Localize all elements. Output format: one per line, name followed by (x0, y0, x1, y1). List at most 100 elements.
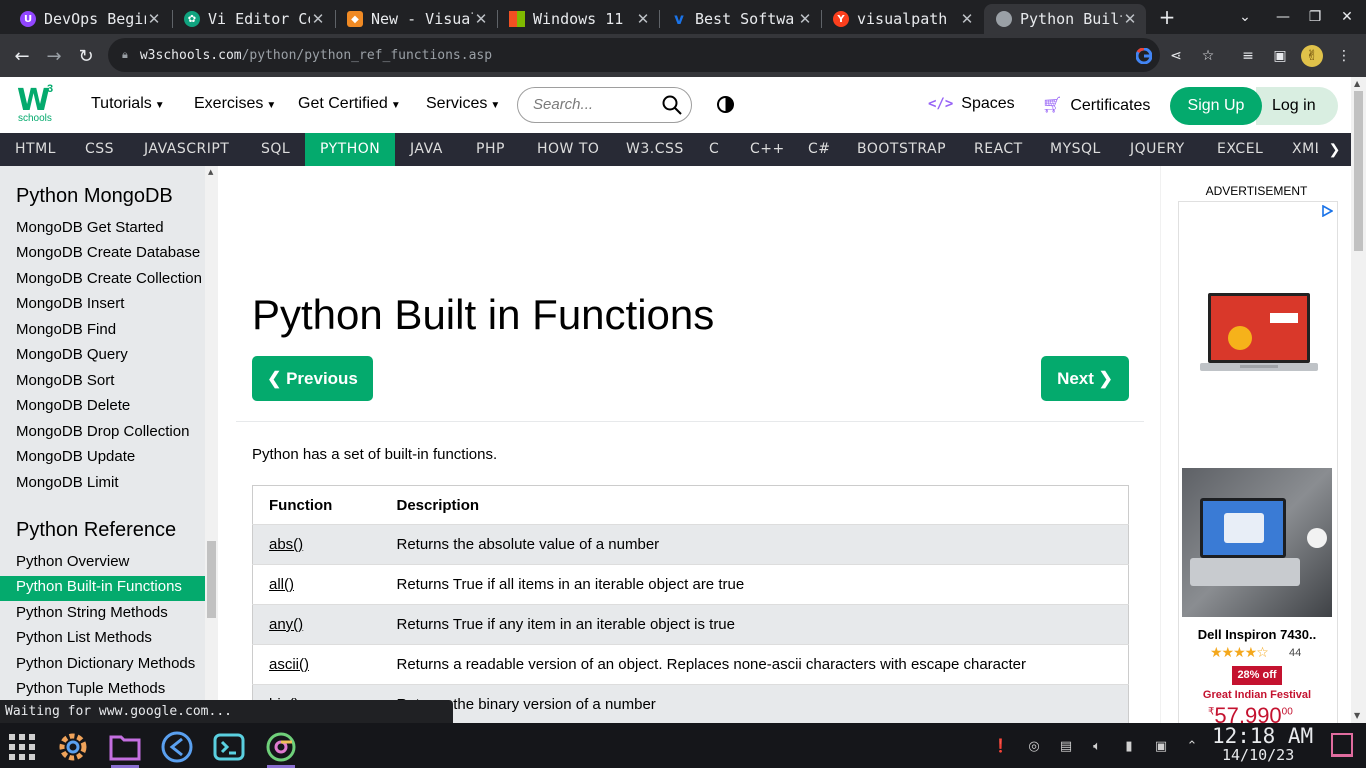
previous-button[interactable]: ❮ Previous (252, 356, 373, 401)
lang-javascript[interactable]: JAVASCRIPT (129, 133, 244, 166)
browser-tab[interactable]: Windows 11 ✕ (497, 4, 659, 34)
lang-cpp[interactable]: C++ (735, 133, 800, 166)
reading-list-icon[interactable]: ≡ (1237, 45, 1259, 67)
menu-tutorials[interactable]: Tutorials ▼ (91, 95, 165, 113)
browser-tab[interactable]: v Best Software ✕ (659, 4, 821, 34)
clock-time[interactable]: 12:18 AM (1212, 724, 1322, 748)
address-bar[interactable]: 🔒︎ w3schools.com/python/python_ref_funct… (108, 38, 1160, 72)
sidebar-item[interactable]: Python Overview (0, 551, 205, 576)
sidebar-item[interactable]: MongoDB Create Collection (0, 268, 205, 293)
clock-date[interactable]: 14/10/23 (1222, 746, 1322, 764)
adchoices-icon[interactable] (1321, 205, 1333, 217)
vscode-icon[interactable] (159, 729, 195, 765)
menu-get-certified[interactable]: Get Certified ▼ (298, 95, 401, 113)
browser-tab[interactable]: U DevOps Beginners ✕ (8, 4, 170, 34)
clipboard-icon[interactable]: ▤ (1057, 737, 1075, 755)
chrome-icon[interactable] (263, 729, 299, 768)
function-link[interactable]: any() (252, 604, 381, 645)
close-icon[interactable]: ✕ (310, 10, 326, 28)
lang-mysql[interactable]: MYSQL (1035, 133, 1116, 166)
share-icon[interactable]: ⋖ (1165, 45, 1187, 67)
laptop-image[interactable] (1200, 293, 1318, 377)
tab-search-icon[interactable]: ⌄ (1228, 0, 1262, 34)
lang-css[interactable]: CSS (70, 133, 129, 166)
new-tab-button[interactable]: + (1150, 0, 1184, 34)
app-grid-icon[interactable] (4, 729, 40, 765)
sidebar-item[interactable]: Python List Methods (0, 627, 205, 652)
lang-jquery[interactable]: JQUERY (1115, 133, 1200, 166)
minimize-button[interactable]: — (1266, 0, 1300, 34)
settings-gear-icon[interactable] (55, 729, 91, 765)
sidebar-item[interactable]: MongoDB Delete (0, 395, 205, 420)
media-icon[interactable]: ◎ (1025, 737, 1043, 755)
dark-mode-toggle-icon[interactable] (717, 96, 734, 113)
scroll-up-icon[interactable]: ▲ (1354, 79, 1360, 88)
terminal-icon[interactable] (211, 729, 247, 765)
sidebar-item[interactable]: MongoDB Sort (0, 370, 205, 395)
lang-react[interactable]: REACT (959, 133, 1038, 166)
lang-csharp[interactable]: C# (793, 133, 846, 166)
browser-tab[interactable]: Y visualpath ✕ (821, 4, 983, 34)
sidebar-item[interactable]: MongoDB Find (0, 319, 205, 344)
lang-html[interactable]: HTML (0, 133, 71, 166)
function-link[interactable]: all() (252, 564, 381, 605)
page-scrollbar[interactable]: ▲ ▼ (1351, 77, 1366, 723)
w3schools-logo[interactable]: W 3 schools (17, 83, 59, 125)
restore-button[interactable]: ❐ (1298, 0, 1332, 34)
close-icon[interactable]: ✕ (473, 10, 489, 28)
browser-tab[interactable]: ◆ New - Visual Paradigm ✕ (335, 4, 497, 34)
lang-bootstrap[interactable]: BOOTSTRAP (842, 133, 961, 166)
search-icon[interactable] (662, 95, 682, 115)
volume-icon[interactable]: 🔈︎ (1088, 737, 1106, 755)
forward-icon[interactable]: → (39, 41, 69, 71)
sidebar-item[interactable]: MongoDB Get Started (0, 217, 205, 242)
menu-exercises[interactable]: Exercises ▼ (194, 95, 276, 113)
close-window-button[interactable]: ✕ (1330, 0, 1364, 34)
back-icon[interactable]: ← (7, 41, 37, 71)
sidebar-item[interactable]: MongoDB Create Database (0, 242, 205, 267)
signup-button[interactable]: Sign Up (1170, 87, 1262, 125)
files-folder-icon[interactable] (107, 729, 143, 768)
alert-icon[interactable]: ❗ (992, 737, 1010, 755)
browser-tab[interactable]: ✿ Vi Editor Commands ✕ (172, 4, 334, 34)
scroll-down-icon[interactable]: ▼ (1354, 711, 1360, 720)
google-icon[interactable] (1133, 45, 1155, 67)
sidebar-item[interactable]: MongoDB Drop Collection (0, 421, 205, 446)
reload-icon[interactable]: ↻ (71, 41, 101, 71)
sidebar-scrollbar[interactable]: ▲ (205, 166, 218, 723)
close-icon[interactable]: ✕ (1122, 10, 1138, 28)
lang-w3css[interactable]: W3.CSS (611, 133, 699, 166)
lang-python[interactable]: PYTHON (305, 133, 396, 166)
login-button[interactable]: Log in (1256, 87, 1338, 125)
profile-avatar-icon[interactable]: ✌ (1301, 45, 1323, 67)
lang-php[interactable]: PHP (461, 133, 520, 166)
sidebar-item[interactable]: MongoDB Insert (0, 293, 205, 318)
laptop-lifestyle-image[interactable] (1182, 468, 1332, 617)
lock-icon[interactable]: 🔒︎ (122, 48, 128, 62)
browser-tab-active[interactable]: Python Built-in Functions ✕ (984, 4, 1146, 34)
lang-sql[interactable]: SQL (246, 133, 305, 166)
bookmark-star-icon[interactable]: ☆ (1197, 45, 1219, 67)
scrollbar-thumb[interactable] (207, 541, 216, 618)
scrollbar-thumb[interactable] (1354, 91, 1363, 251)
chevron-right-icon[interactable]: ❯ (1318, 133, 1351, 166)
spaces-link[interactable]: </> Spaces (928, 95, 1015, 113)
function-link[interactable]: abs() (252, 524, 381, 565)
menu-kebab-icon[interactable]: ⋮ (1333, 45, 1355, 67)
close-icon[interactable]: ✕ (959, 10, 975, 28)
notification-panel-icon[interactable] (1331, 733, 1353, 757)
sidebar-item[interactable]: MongoDB Query (0, 344, 205, 369)
close-icon[interactable]: ✕ (635, 10, 651, 28)
sidebar-item[interactable]: Python String Methods (0, 602, 205, 627)
lang-java[interactable]: JAVA (395, 133, 458, 166)
close-icon[interactable]: ✕ (797, 10, 813, 28)
next-button[interactable]: Next ❯ (1041, 356, 1129, 401)
lang-c[interactable]: C (694, 133, 734, 166)
lang-excel[interactable]: EXCEL (1202, 133, 1278, 166)
chevron-up-icon[interactable]: ⌃ (1183, 737, 1201, 755)
function-link[interactable]: ascii() (252, 644, 381, 685)
close-icon[interactable]: ✕ (146, 10, 162, 28)
scroll-up-icon[interactable]: ▲ (208, 168, 213, 176)
sidebar-item-active[interactable]: Python Built-in Functions (0, 576, 205, 601)
battery-icon[interactable]: ▮ (1120, 737, 1138, 755)
